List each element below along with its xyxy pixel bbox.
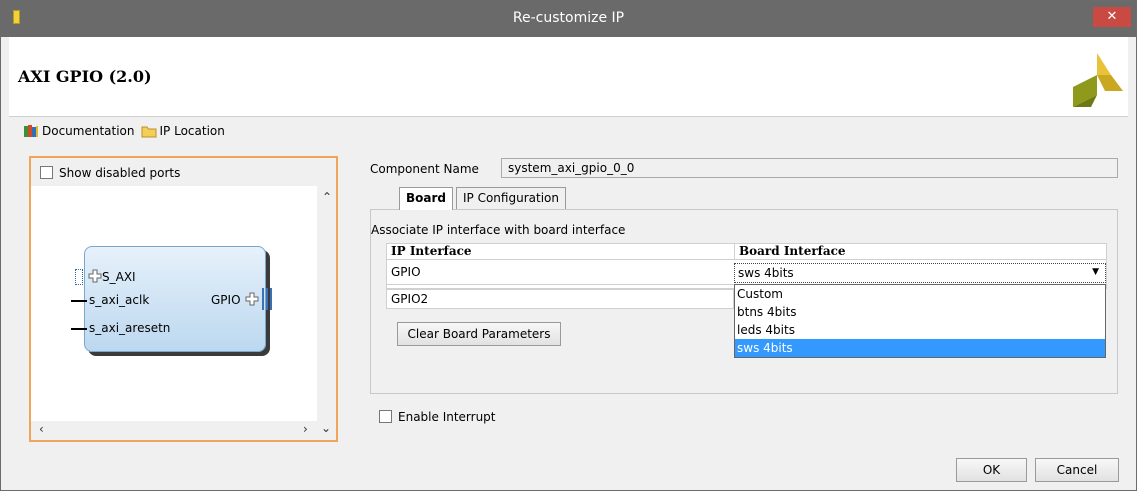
option-btns-4bits[interactable]: btns 4bits [735,303,1105,321]
gpio-plus-icon[interactable] [245,292,259,306]
tab-board[interactable]: Board [399,187,453,210]
option-sws-4bits[interactable]: sws 4bits [735,339,1105,357]
xilinx-logo-icon [1073,53,1123,107]
ok-button[interactable]: OK [956,458,1027,482]
row-gpio-ip: GPIO [391,265,421,279]
component-name-label: Component Name [370,162,479,176]
ip-title: AXI GPIO (2.0) [18,67,152,86]
dialog-window: Re-customize IP ✕ AXI GPIO (2.0) Documen… [0,0,1137,491]
header-banner: AXI GPIO (2.0) [9,37,1128,117]
symbol-panel-header: Show disabled ports [31,158,336,186]
port-line-aclk [71,300,87,302]
board-interface-selected: sws 4bits [738,266,794,280]
scroll-up-icon[interactable]: ⌃ [322,190,332,204]
show-disabled-ports-label: Show disabled ports [59,166,181,180]
port-s-axi-aclk: s_axi_aclk [89,293,150,307]
row-gpio2-ip[interactable]: GPIO2 [386,289,734,309]
board-association-description: Associate IP interface with board interf… [371,223,626,237]
ip-location-link[interactable]: IP Location [141,124,225,138]
documentation-label: Documentation [42,124,135,138]
s-axi-plus-icon[interactable] [88,269,102,283]
component-name-field[interactable]: system_axi_gpio_0_0 [501,158,1118,178]
header-board-interface: Board Interface [735,244,1106,260]
scroll-right-icon[interactable]: › [303,422,308,436]
board-interface-select[interactable]: sws 4bits ▼ [734,263,1106,283]
title-bar: Re-customize IP ✕ [1,1,1136,37]
show-disabled-ports-checkbox[interactable] [40,166,53,179]
vertical-scrollbar[interactable]: ⌃ [317,186,336,421]
tab-ip-configuration[interactable]: IP Configuration [456,187,566,209]
option-custom[interactable]: Custom [735,285,1105,303]
header-ip-interface: IP Interface [387,244,735,260]
gpio-bus-bar-1 [262,288,264,310]
folder-icon [141,126,157,138]
enable-interrupt-label: Enable Interrupt [398,410,496,424]
window-title: Re-customize IP [512,10,625,26]
port-line-aresetn [71,328,87,330]
gpio-bus-bar-3 [270,288,272,310]
horizontal-scrollbar[interactable]: ‹ › ⌄ [31,421,336,440]
s-axi-connector[interactable] [75,269,83,285]
enable-interrupt-checkbox[interactable] [379,410,392,423]
port-gpio: GPIO [211,293,241,307]
toolbar: Documentation IP Location [23,122,231,140]
port-s-axi: S_AXI [102,270,136,284]
scroll-left-icon[interactable]: ‹ [39,422,44,436]
cancel-button[interactable]: Cancel [1035,458,1119,482]
chevron-down-icon[interactable]: ▼ [1092,267,1099,277]
port-s-axi-aresetn: s_axi_aresetn [89,321,171,335]
symbol-panel: Show disabled ports S_AXI s_axi_aclk s_a… [29,156,338,442]
books-icon [24,125,38,137]
board-interface-dropdown: Custom btns 4bits leds 4bits sws 4bits [734,284,1106,358]
clear-board-parameters-button[interactable]: Clear Board Parameters [397,322,561,346]
close-button[interactable]: ✕ [1093,7,1131,27]
gpio-bus-bar-2 [266,288,268,310]
scroll-down-icon[interactable]: ⌄ [321,421,331,435]
option-leds-4bits[interactable]: leds 4bits [735,321,1105,339]
documentation-link[interactable]: Documentation [23,124,135,138]
ip-location-label: IP Location [159,124,225,138]
